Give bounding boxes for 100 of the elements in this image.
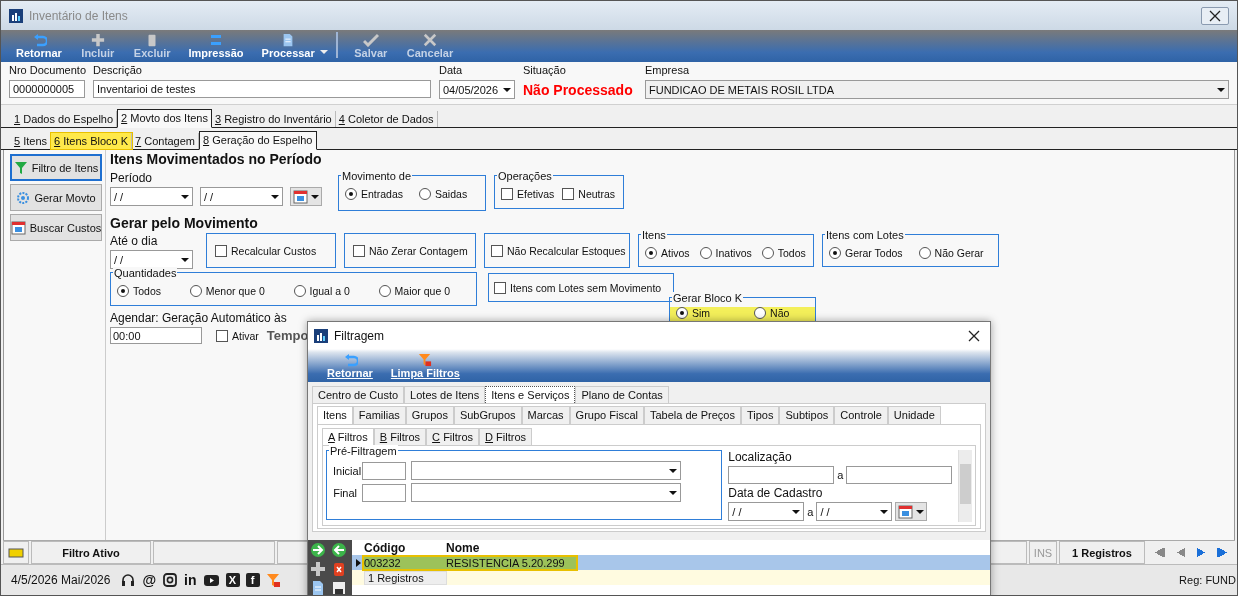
- date-combo[interactable]: 04/05/2026: [439, 80, 515, 99]
- group-title: Quantidades: [113, 267, 178, 279]
- checkbox-label: Itens com Lotes sem Movimento: [510, 281, 662, 294]
- toolbar-button[interactable]: Limpa Filtros: [381, 353, 469, 381]
- date-text: 4/5/2026 Mai/2026: [11, 573, 111, 587]
- field-label: Descrição: [93, 64, 143, 77]
- group-title: Movimento de: [341, 170, 413, 182]
- table-cell-text: RESISTENCIA 5.20.299: [446, 556, 566, 569]
- tab[interactable]: C Filtros: [426, 428, 480, 445]
- radio-label: Todos: [133, 285, 162, 297]
- tab[interactable]: SubGrupos: [453, 406, 522, 424]
- status-text: Não Processado: [523, 81, 634, 99]
- date-combo[interactable]: / /: [110, 250, 193, 269]
- checkbox-label: Não Zerar Contagem: [369, 244, 468, 257]
- radio-label: Todos: [777, 247, 806, 259]
- tab[interactable]: Familias: [352, 406, 406, 424]
- checkbox-label: Recalcular Custos: [231, 244, 317, 257]
- tab[interactable]: D Filtros: [479, 428, 533, 445]
- tab[interactable]: Controle: [834, 406, 888, 424]
- dialog-title: Filtragem: [334, 328, 384, 343]
- link-icon[interactable]: f: [245, 573, 260, 587]
- sidebar-button[interactable]: Buscar Custos: [10, 214, 102, 241]
- window-title: Inventário de Itens: [29, 8, 128, 23]
- tab[interactable]: 4 Coletor de Dados: [335, 111, 438, 127]
- radio-label: Sim: [692, 307, 711, 319]
- toolbar-button[interactable]: Retornar: [318, 353, 382, 381]
- tab[interactable]: Grupo Fiscal: [569, 406, 644, 424]
- range-separator: a: [807, 505, 814, 518]
- tab[interactable]: Itens e Serviços: [485, 386, 576, 403]
- radio-label: Saidas: [435, 188, 468, 200]
- tab[interactable]: B Filtros: [373, 428, 427, 445]
- field-label: Localização: [728, 450, 793, 464]
- tab[interactable]: Plano de Contas: [575, 386, 669, 403]
- radio-label: Entradas: [361, 188, 404, 200]
- field-label: Situação: [523, 64, 567, 77]
- toolbar-button[interactable]: Retornar: [7, 33, 71, 60]
- note-text: Tempo: [266, 328, 309, 343]
- column-header: Código: [364, 540, 407, 555]
- field-label: Data de Cadastro: [728, 486, 824, 500]
- company-combo[interactable]: FUNDICAO DE METAIS ROSIL LTDA: [645, 80, 1229, 99]
- tab[interactable]: A Filtros: [322, 428, 374, 445]
- radio-label: Gerar Todos: [845, 247, 903, 259]
- tab[interactable]: Tabela de Preços: [643, 406, 741, 424]
- tab[interactable]: Centro de Custo: [312, 386, 405, 403]
- section-title: Gerar pelo Movimento: [110, 216, 259, 231]
- tab[interactable]: 6 Itens Bloco K: [51, 133, 133, 149]
- radio-label: Ativos: [661, 247, 690, 259]
- tab[interactable]: Grupos: [405, 406, 454, 424]
- radio-label: Maior que 0: [394, 285, 450, 297]
- radio-label: Igual a 0: [309, 285, 350, 297]
- table-row[interactable]: 003232 RESISTENCIA 5.20.299: [352, 555, 990, 570]
- tab[interactable]: 8 Geração do Espelho: [199, 131, 317, 150]
- tab[interactable]: Itens: [317, 406, 353, 424]
- field-label: Data: [439, 64, 464, 77]
- input-field[interactable]: 0000000005: [9, 80, 85, 98]
- tab[interactable]: Unidade: [887, 406, 941, 424]
- field-label: Empresa: [645, 64, 691, 77]
- status-text: 1 Registros: [1059, 541, 1145, 564]
- checkbox-label: Efetivas: [517, 188, 555, 200]
- status-text: Filtro Ativo: [31, 541, 151, 564]
- sidebar-button[interactable]: Filtro de Itens: [10, 154, 102, 181]
- tab[interactable]: Lotes de Itens: [404, 386, 486, 403]
- field-label: Nro Documento: [9, 64, 85, 77]
- tab[interactable]: Subtipos: [779, 406, 835, 424]
- date-combo[interactable]: / /: [110, 187, 193, 206]
- input-field[interactable]: Inventarioi de testes: [93, 80, 431, 98]
- group-title: Gerar Bloco K: [672, 292, 744, 304]
- radio-label: Menor que 0: [205, 285, 265, 297]
- time-spinner[interactable]: 00:00: [110, 327, 202, 344]
- checkbox-label: Ativar: [232, 329, 259, 342]
- tab[interactable]: Marcas: [521, 406, 570, 424]
- status-text: INS: [1029, 541, 1057, 564]
- link-icon[interactable]: X: [225, 573, 240, 587]
- field-label: Até o dia: [110, 234, 159, 248]
- checkbox-label: Neutras: [578, 188, 616, 200]
- group-title: Operações: [497, 170, 553, 182]
- tab[interactable]: 3 Registro do Inventário: [211, 111, 336, 127]
- sidebar-button[interactable]: Gerar Movto: [10, 184, 102, 211]
- radio-label: Inativos: [715, 247, 752, 259]
- table-cell-text: 003232: [364, 556, 402, 569]
- field-label: Agendar: Geração Automático às: [110, 311, 288, 325]
- link-icon[interactable]: @: [142, 572, 157, 588]
- field-label: Período: [110, 171, 154, 185]
- column-header: Nome: [446, 540, 481, 555]
- section-title: Itens Movimentados no Período: [110, 152, 323, 167]
- link-icon[interactable]: in: [184, 572, 197, 588]
- date-combo[interactable]: / /: [816, 502, 893, 521]
- group-title: Itens com Lotes: [825, 229, 905, 241]
- tab[interactable]: Tipos: [740, 406, 780, 424]
- toolbar-button[interactable]: Processar: [252, 33, 324, 60]
- radio-label: Não: [770, 307, 790, 319]
- group-title: Itens: [641, 229, 667, 241]
- checkbox-label: Não Recalcular Estoques: [507, 244, 626, 257]
- date-combo[interactable]: / /: [200, 187, 283, 206]
- toolbar-button[interactable]: Impressão: [179, 33, 253, 60]
- radio-label: Não Gerar: [934, 247, 984, 259]
- field-label: Final: [333, 486, 357, 499]
- range-separator: a: [837, 469, 844, 481]
- tab[interactable]: 2 Movto dos Itens: [117, 109, 212, 128]
- date-combo[interactable]: / /: [728, 502, 805, 521]
